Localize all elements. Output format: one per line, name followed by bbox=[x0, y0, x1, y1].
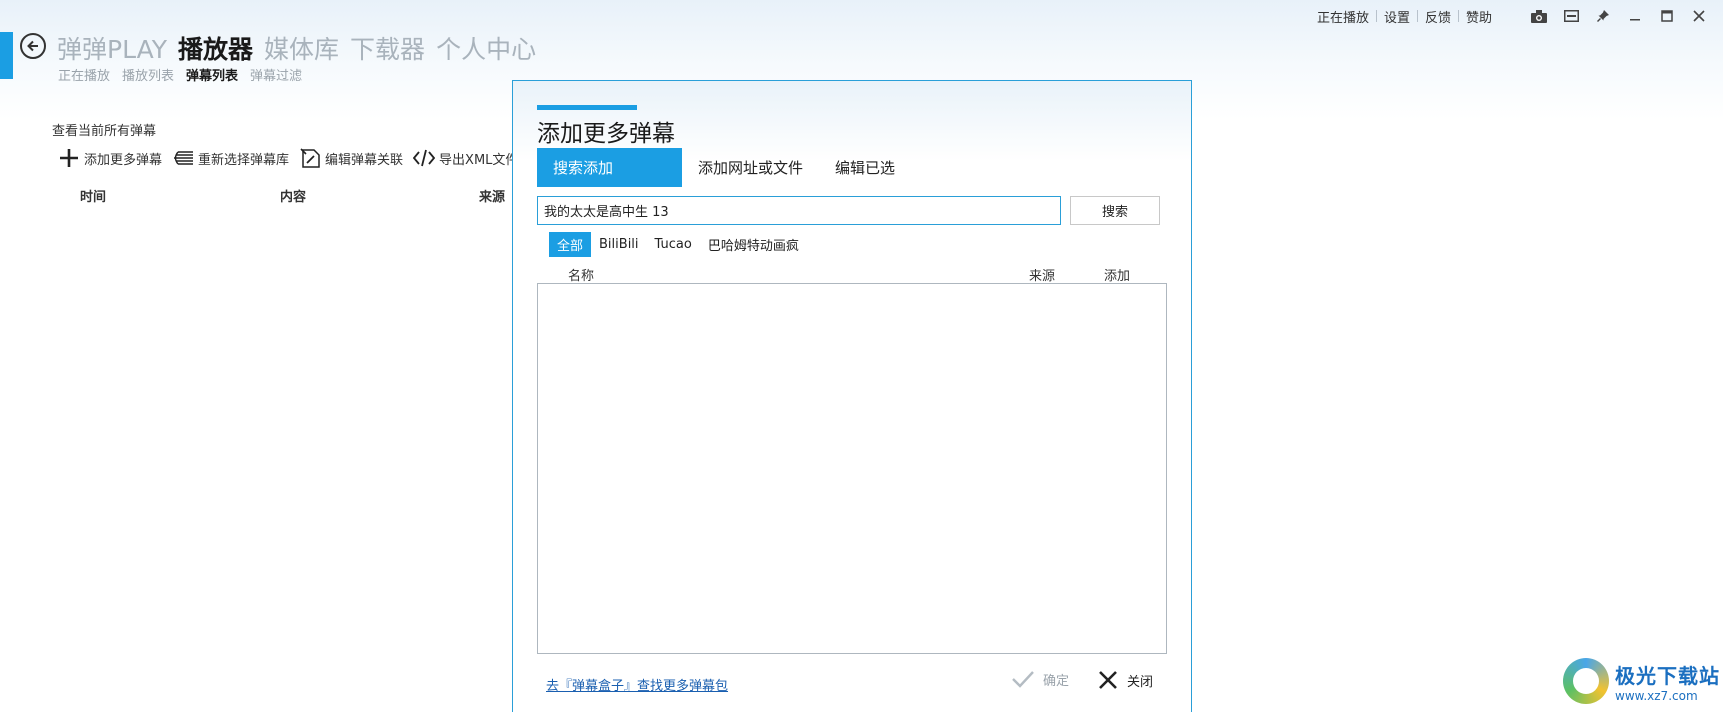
filter-bahamut[interactable]: 巴哈姆特动画疯 bbox=[700, 232, 807, 257]
panel-title: 查看当前所有弹幕 bbox=[52, 124, 157, 139]
nav-dandanplay[interactable]: 弹弹PLAY bbox=[57, 30, 167, 66]
watermark-logo-icon bbox=[1563, 658, 1609, 704]
subnav-danmaku-list[interactable]: 弹幕列表 bbox=[186, 65, 238, 84]
search-input[interactable] bbox=[537, 196, 1061, 225]
arrow-left-icon bbox=[27, 40, 38, 52]
source-filters: 全部 BiliBili Tucao 巴哈姆特动画疯 bbox=[549, 232, 807, 257]
close-label: 关闭 bbox=[1127, 674, 1154, 690]
column-source[interactable]: 来源 bbox=[479, 186, 505, 205]
dialog-title: 添加更多弹幕 bbox=[537, 121, 675, 147]
dialog-tabs: 搜索添加 添加网址或文件 编辑已选 bbox=[537, 148, 911, 187]
close-button[interactable]: 关闭 bbox=[1097, 669, 1153, 691]
reselect-library-button[interactable]: 重新选择弹幕库 bbox=[172, 149, 289, 168]
column-name[interactable]: 名称 bbox=[568, 265, 594, 284]
now-playing-link[interactable]: 正在播放 bbox=[1310, 7, 1376, 26]
tab-search-add[interactable]: 搜索添加 bbox=[537, 148, 682, 187]
column-content[interactable]: 内容 bbox=[280, 186, 306, 205]
column-source[interactable]: 来源 bbox=[1029, 265, 1055, 284]
accent-bar bbox=[0, 32, 13, 79]
watermark: 极光下载站 www.xz7.com bbox=[1563, 658, 1720, 704]
column-add[interactable]: 添加 bbox=[1104, 265, 1130, 284]
tab-add-url-or-file[interactable]: 添加网址或文件 bbox=[682, 148, 819, 187]
toolbar-label: 添加更多弹幕 bbox=[84, 152, 163, 168]
maximize-icon[interactable] bbox=[1651, 6, 1683, 26]
search-button[interactable]: 搜索 bbox=[1070, 196, 1160, 225]
library-icon bbox=[174, 151, 194, 165]
filter-all[interactable]: 全部 bbox=[549, 232, 592, 257]
filter-bilibili[interactable]: BiliBili bbox=[591, 234, 647, 255]
tab-edit-selected[interactable]: 编辑已选 bbox=[819, 148, 911, 187]
add-more-danmaku-button[interactable]: 添加更多弹幕 bbox=[58, 147, 162, 169]
settings-link[interactable]: 设置 bbox=[1377, 7, 1417, 26]
mini-mode-icon[interactable] bbox=[1555, 6, 1587, 26]
confirm-button[interactable]: 确定 bbox=[1011, 669, 1069, 689]
watermark-title: 极光下载站 bbox=[1615, 663, 1720, 688]
danmaku-toolbar: 添加更多弹幕 重新选择弹幕库 编辑弹幕关联 导出XML文件 bbox=[58, 147, 512, 169]
export-xml-button[interactable]: 导出XML文件 bbox=[413, 149, 512, 168]
close-icon bbox=[1099, 671, 1117, 689]
code-icon bbox=[413, 149, 436, 167]
sub-nav: 正在播放 播放列表 弹幕列表 弹幕过滤 bbox=[58, 65, 314, 84]
watermark-url: www.xz7.com bbox=[1615, 688, 1698, 703]
close-icon[interactable] bbox=[1683, 6, 1715, 26]
danmaku-box-link[interactable]: 去『弹幕盒子』查找更多弹幕包 bbox=[546, 675, 728, 694]
filter-tucao[interactable]: Tucao bbox=[647, 234, 700, 255]
column-time[interactable]: 时间 bbox=[80, 186, 106, 205]
nav-personal-center[interactable]: 个人中心 bbox=[436, 30, 536, 66]
feedback-link[interactable]: 反馈 bbox=[1418, 7, 1458, 26]
subnav-danmaku-filter[interactable]: 弹幕过滤 bbox=[250, 65, 302, 84]
toolbar-label: 导出XML文件 bbox=[439, 152, 512, 168]
confirm-label: 确定 bbox=[1043, 673, 1070, 689]
nav-downloader[interactable]: 下载器 bbox=[350, 30, 425, 66]
minimize-icon[interactable] bbox=[1619, 6, 1651, 26]
main-nav: 弹弹PLAY 播放器 媒体库 下载器 个人中心 bbox=[57, 30, 547, 66]
toolbar-label: 重新选择弹幕库 bbox=[198, 152, 290, 168]
subnav-now-playing[interactable]: 正在播放 bbox=[58, 65, 110, 84]
plus-icon bbox=[60, 149, 78, 167]
nav-media-library[interactable]: 媒体库 bbox=[264, 30, 339, 66]
toolbar-label: 编辑弹幕关联 bbox=[325, 152, 404, 168]
edit-link-icon bbox=[300, 148, 320, 168]
nav-player[interactable]: 播放器 bbox=[178, 30, 253, 66]
dialog-accent-bar bbox=[537, 105, 637, 110]
edit-association-button[interactable]: 编辑弹幕关联 bbox=[299, 147, 403, 169]
results-header: 名称 来源 添加 bbox=[537, 265, 1167, 284]
pin-icon[interactable] bbox=[1587, 6, 1619, 26]
watermark-text: 极光下载站 www.xz7.com bbox=[1615, 660, 1720, 703]
subnav-playlist[interactable]: 播放列表 bbox=[122, 65, 174, 84]
results-list[interactable] bbox=[537, 283, 1167, 654]
sponsor-link[interactable]: 赞助 bbox=[1459, 7, 1499, 26]
add-danmaku-dialog: 添加更多弹幕 搜索添加 添加网址或文件 编辑已选 搜索 全部 BiliBili … bbox=[512, 80, 1192, 712]
back-button[interactable] bbox=[20, 33, 46, 59]
search-row: 搜索 bbox=[537, 196, 1160, 225]
check-icon bbox=[1012, 671, 1034, 688]
camera-icon[interactable] bbox=[1523, 6, 1555, 26]
toolbar-clip: 添加更多弹幕 重新选择弹幕库 编辑弹幕关联 导出XML文件 bbox=[0, 140, 512, 170]
window-controls: 正在播放 设置 反馈 赞助 bbox=[1310, 6, 1715, 26]
